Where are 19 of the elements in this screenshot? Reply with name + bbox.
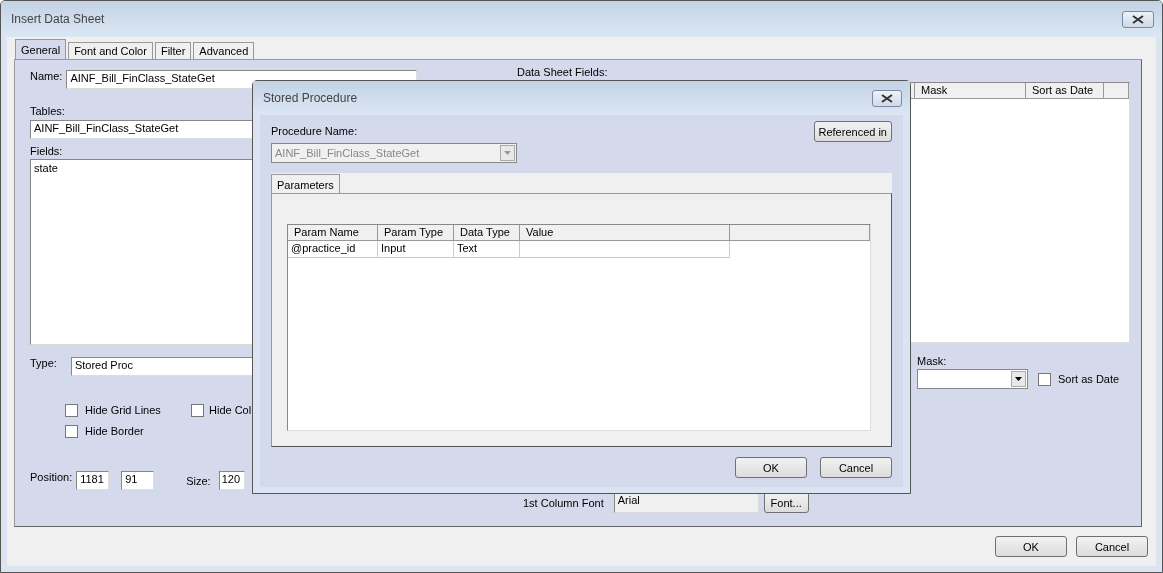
table-cell: @practice_id	[288, 241, 378, 258]
fields-label: Fields:	[30, 145, 63, 157]
mask-label: Mask:	[917, 355, 947, 367]
dialog-title: Stored Procedure	[263, 91, 358, 105]
checkbox-label: Hide Col	[209, 404, 252, 416]
procedure-name-label: Procedure Name:	[271, 125, 358, 137]
table-cell: Text	[454, 241, 520, 258]
name-label: Name:	[30, 70, 63, 82]
type-label: Type:	[30, 357, 57, 369]
position-label: Position:	[30, 471, 73, 483]
checkbox-label: Hide Grid Lines	[85, 404, 161, 416]
tables-label: Tables:	[30, 105, 65, 117]
window-title: Insert Data Sheet	[11, 12, 105, 26]
size-label: Size:	[186, 474, 211, 487]
checkbox-label: Sort as Date	[1058, 372, 1120, 385]
checkbox-label: Hide Border	[85, 425, 144, 437]
table-cell: Input	[378, 241, 454, 258]
first-column-font-label: 1st Column Font	[523, 496, 604, 509]
data-sheet-fields-label: Data Sheet Fields:	[517, 66, 608, 78]
